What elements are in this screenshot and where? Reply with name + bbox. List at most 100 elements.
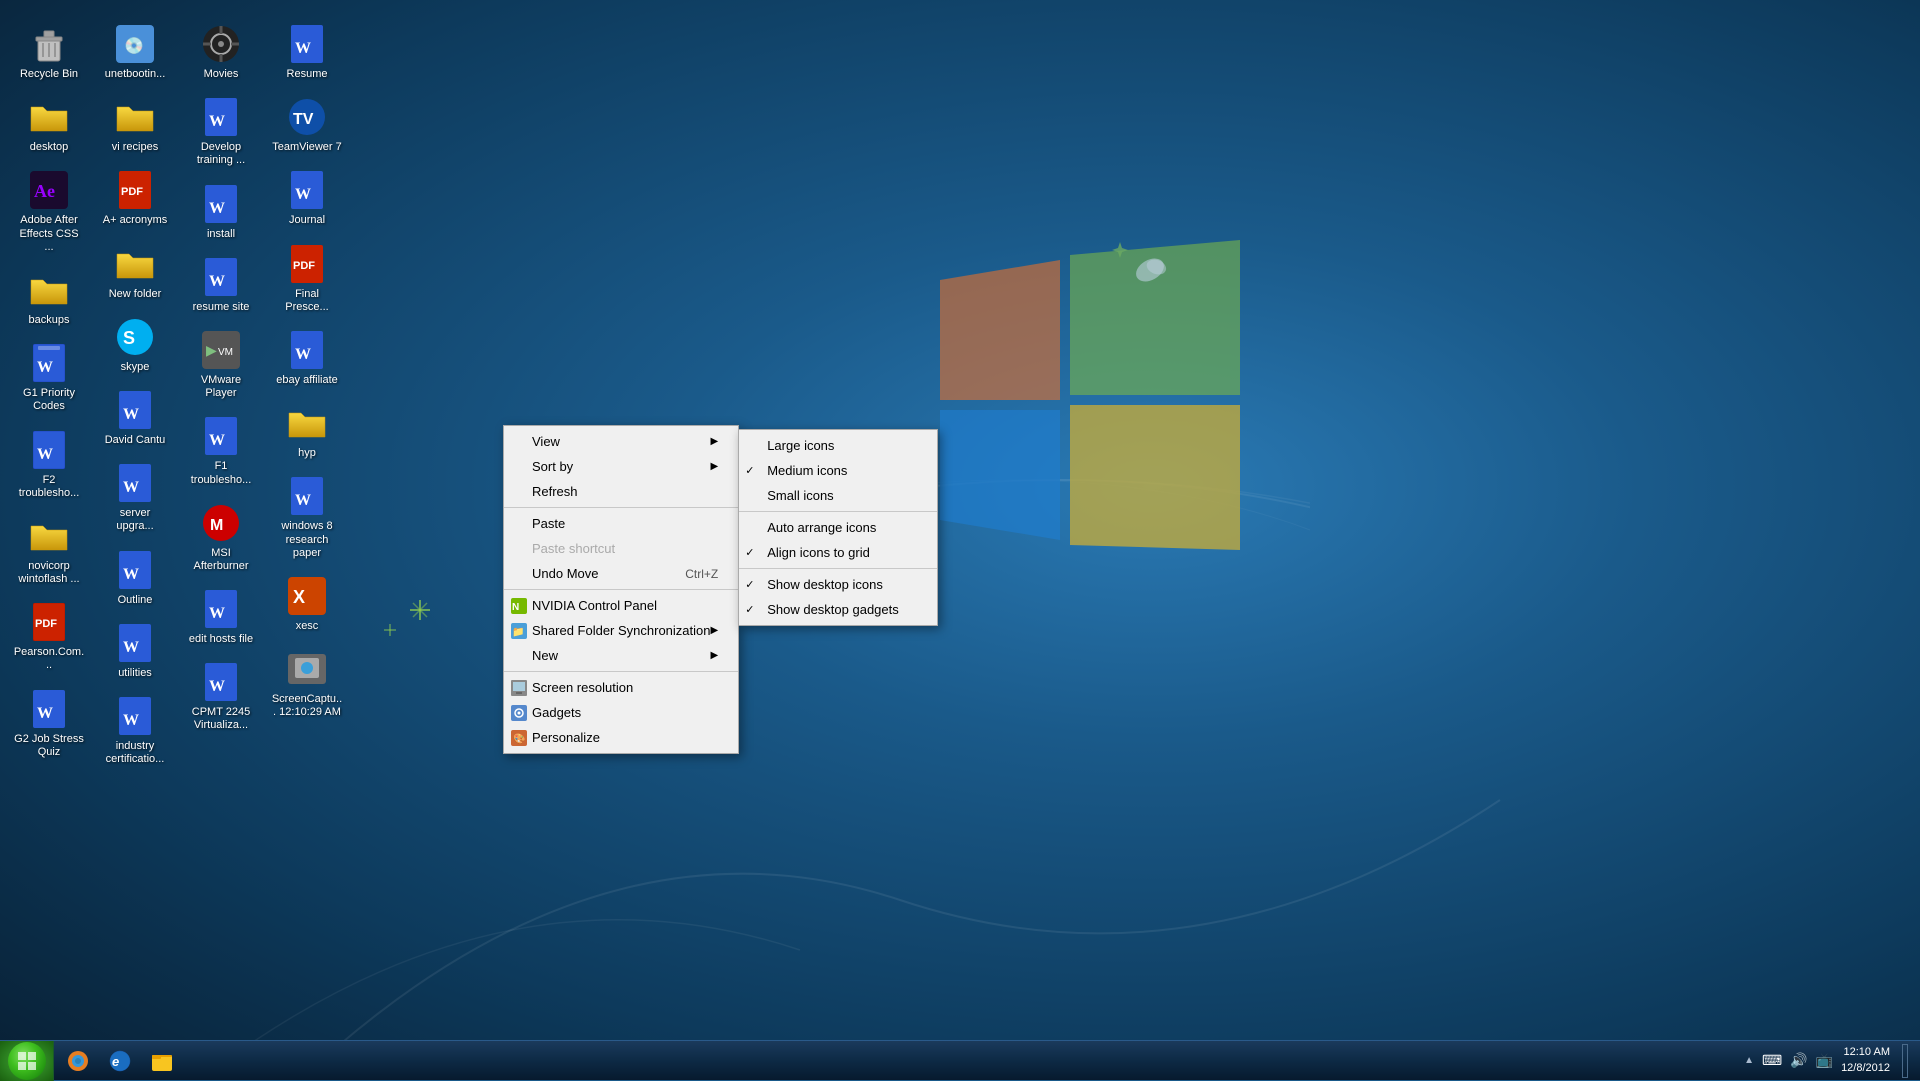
- icon-msi-afterburner[interactable]: M MSI Afterburner: [182, 499, 260, 577]
- icon-resume[interactable]: W Resume: [268, 20, 346, 85]
- icon-cpmt-2245[interactable]: W CPMT 2245 Virtualiza...: [182, 658, 260, 736]
- icon-a-plus-acronyms[interactable]: PDF A+ acronyms: [96, 166, 174, 231]
- show-desktop-gadgets-check: ✓: [745, 603, 754, 616]
- show-desktop-icons-label: Show desktop icons: [767, 577, 883, 592]
- context-menu-personalize[interactable]: 🎨 Personalize: [504, 725, 738, 750]
- submenu-show-desktop-icons[interactable]: ✓ Show desktop icons: [739, 572, 937, 597]
- icon-xesc[interactable]: X xesc: [268, 572, 346, 637]
- icon-screencapture[interactable]: ScreenCaptu... 12:10:29 AM: [268, 645, 346, 723]
- svg-text:W: W: [295, 346, 311, 363]
- svg-text:Ae: Ae: [34, 181, 55, 201]
- show-desktop-icons-check: ✓: [745, 578, 754, 591]
- context-menu-nvidia[interactable]: N NVIDIA Control Panel: [504, 593, 738, 618]
- icon-resume-site[interactable]: W resume site: [182, 253, 260, 318]
- icon-utilities[interactable]: W utilities: [96, 619, 174, 684]
- svg-text:W: W: [37, 705, 53, 722]
- icon-journal[interactable]: W Journal: [268, 166, 346, 231]
- context-menu-paste[interactable]: Paste: [504, 511, 738, 536]
- icon-develop-training[interactable]: W Develop training ...: [182, 93, 260, 171]
- taskbar-ie[interactable]: e: [100, 1044, 140, 1078]
- submenu-show-desktop-gadgets[interactable]: ✓ Show desktop gadgets: [739, 597, 937, 622]
- icon-ebay-affiliate[interactable]: W ebay affiliate: [268, 326, 346, 391]
- submenu-medium-icons[interactable]: ✓ Medium icons: [739, 458, 937, 483]
- submenu-align-to-grid[interactable]: ✓ Align icons to grid: [739, 540, 937, 565]
- submenu-small-icons[interactable]: Small icons: [739, 483, 937, 508]
- taskbar: e ▲ ⌨ 🔊 📺 12:10 AM 12/8/2012: [0, 1040, 1920, 1080]
- system-clock[interactable]: 12:10 AM 12/8/2012: [1841, 1045, 1890, 1076]
- context-menu-view[interactable]: View ▶ Large icons ✓ Medium icons Small …: [504, 429, 738, 454]
- taskbar-firefox[interactable]: [58, 1044, 98, 1078]
- icon-teamviewer[interactable]: TV TeamViewer 7: [268, 93, 346, 158]
- icon-new-folder[interactable]: New folder: [96, 240, 174, 305]
- taskbar-right: ▲ ⌨ 🔊 📺 12:10 AM 12/8/2012: [1744, 1044, 1920, 1078]
- icon-final-presce[interactable]: PDF Final Presce...: [268, 240, 346, 318]
- icon-industry-certification[interactable]: W industry certificatio...: [96, 692, 174, 770]
- context-menu-refresh[interactable]: Refresh: [504, 479, 738, 504]
- icon-vmware-player[interactable]: ▶VM VMware Player: [182, 326, 260, 404]
- svg-text:▶: ▶: [206, 342, 217, 358]
- icon-hyp[interactable]: hyp: [268, 399, 346, 464]
- context-menu-paste-shortcut[interactable]: Paste shortcut: [504, 536, 738, 561]
- tray-network-icon[interactable]: 📺: [1816, 1052, 1833, 1069]
- svg-text:💿: 💿: [124, 36, 144, 55]
- icon-david-cantu[interactable]: W David Cantu: [96, 386, 174, 451]
- icon-unetbootin[interactable]: 💿 unetbootin...: [96, 20, 174, 85]
- shared-folder-arrow-icon: ▶: [711, 625, 719, 636]
- context-menu-screen-resolution[interactable]: Screen resolution: [504, 675, 738, 700]
- context-menu-shared-folder[interactable]: 📁 Shared Folder Synchronization ▶: [504, 618, 738, 643]
- icon-g2-job-stress[interactable]: W G2 Job Stress Quiz: [10, 685, 88, 763]
- notification-arrow[interactable]: ▲: [1744, 1055, 1754, 1066]
- submenu-auto-arrange[interactable]: Auto arrange icons: [739, 515, 937, 540]
- svg-text:W: W: [123, 712, 139, 729]
- tray-volume-icon[interactable]: 🔊: [1790, 1052, 1807, 1069]
- context-menu-new[interactable]: New ▶: [504, 643, 738, 668]
- personalize-label: Personalize: [532, 730, 600, 745]
- icon-adobe-after-effects[interactable]: Ae Adobe After Effects CSS ...: [10, 166, 88, 258]
- icon-pearson[interactable]: PDF Pearson.Com...: [10, 598, 88, 676]
- icon-novicorp[interactable]: novicorp wintoflash ...: [10, 512, 88, 590]
- icon-vi-recipes[interactable]: vi recipes: [96, 93, 174, 158]
- clock-time: 12:10 AM: [1841, 1045, 1890, 1060]
- nvidia-label: NVIDIA Control Panel: [532, 598, 657, 613]
- taskbar-explorer[interactable]: [142, 1044, 182, 1078]
- paste-shortcut-label: Paste shortcut: [532, 541, 615, 556]
- svg-text:W: W: [209, 432, 225, 449]
- svg-text:W: W: [209, 200, 225, 217]
- show-desktop-btn[interactable]: [1902, 1044, 1908, 1078]
- icon-install[interactable]: W install: [182, 180, 260, 245]
- submenu-large-icons[interactable]: Large icons: [739, 433, 937, 458]
- screen-resolution-label: Screen resolution: [532, 680, 633, 695]
- svg-text:W: W: [295, 40, 311, 57]
- icon-desktop-folder[interactable]: desktop: [10, 93, 88, 158]
- icon-windows8-research[interactable]: W windows 8 research paper: [268, 472, 346, 564]
- icon-g1-priority-codes[interactable]: W G1 Priority Codes: [10, 339, 88, 417]
- svg-text:W: W: [209, 273, 225, 290]
- auto-arrange-label: Auto arrange icons: [767, 520, 876, 535]
- show-desktop-gadgets-label: Show desktop gadgets: [767, 602, 899, 617]
- context-menu-gadgets[interactable]: Gadgets: [504, 700, 738, 725]
- icon-skype[interactable]: S skype: [96, 313, 174, 378]
- align-to-grid-check: ✓: [745, 546, 754, 559]
- icon-outline[interactable]: W Outline: [96, 546, 174, 611]
- align-to-grid-label: Align icons to grid: [767, 545, 870, 560]
- icon-movies[interactable]: Movies: [182, 20, 260, 85]
- icon-server-upgrade[interactable]: W server upgra...: [96, 459, 174, 537]
- svg-text:N: N: [512, 602, 519, 613]
- paste-label: Paste: [532, 516, 565, 531]
- svg-text:e: e: [112, 1054, 119, 1069]
- svg-text:M: M: [210, 517, 223, 534]
- view-submenu: Large icons ✓ Medium icons Small icons A…: [738, 429, 938, 626]
- start-button[interactable]: [0, 1041, 54, 1081]
- icon-backups[interactable]: backups: [10, 266, 88, 331]
- svg-text:PDF: PDF: [121, 186, 143, 198]
- icon-edit-hosts-file[interactable]: W edit hosts file: [182, 585, 260, 650]
- context-menu-undo-move[interactable]: Undo Move Ctrl+Z: [504, 561, 738, 586]
- svg-text:W: W: [37, 359, 53, 376]
- gadgets-icon: [510, 704, 528, 722]
- personalize-icon: 🎨: [510, 729, 528, 747]
- icon-f1-troubleshoot[interactable]: W F1 troublesho...: [182, 412, 260, 490]
- context-menu-sort-by[interactable]: Sort by ▶: [504, 454, 738, 479]
- icon-f2-troubleshoot[interactable]: W F2 troublesho...: [10, 426, 88, 504]
- svg-text:TV: TV: [293, 111, 314, 128]
- icon-recycle-bin[interactable]: Recycle Bin: [10, 20, 88, 85]
